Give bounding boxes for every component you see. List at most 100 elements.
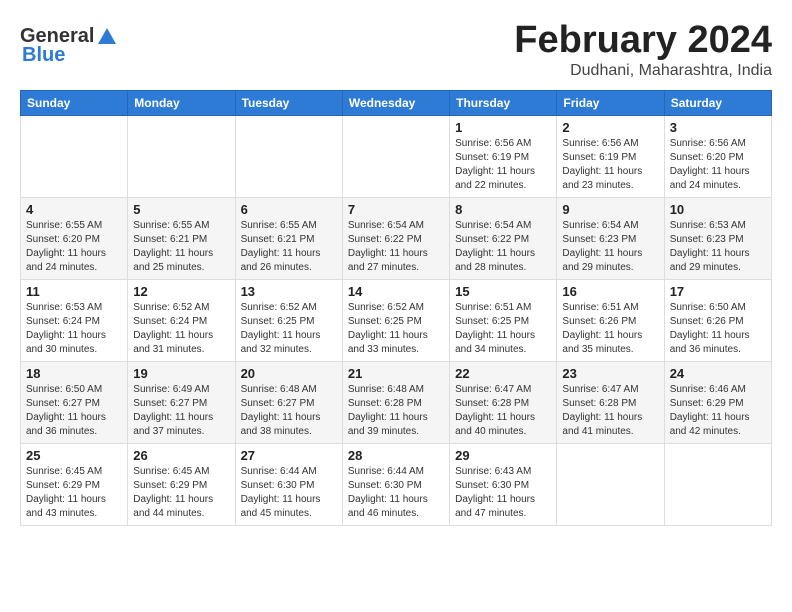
calendar-table: SundayMondayTuesdayWednesdayThursdayFrid… bbox=[20, 90, 772, 526]
day-number: 26 bbox=[133, 448, 229, 463]
calendar-cell bbox=[342, 115, 449, 197]
calendar-cell: 8Sunrise: 6:54 AM Sunset: 6:22 PM Daylig… bbox=[450, 197, 557, 279]
calendar-cell: 11 Sunrise: 6:53 AM Sunset: 6:24 PM Dayli… bbox=[21, 279, 128, 361]
calendar-cell: 7Sunrise: 6:54 AM Sunset: 6:22 PM Daylig… bbox=[342, 197, 449, 279]
column-header-friday: Friday bbox=[557, 90, 664, 115]
day-number: 10 bbox=[670, 202, 766, 217]
day-number: 13 bbox=[241, 284, 337, 299]
day-number: 2 bbox=[562, 120, 658, 135]
logo-blue: Blue bbox=[22, 44, 65, 67]
day-info: Sunrise: 6:56 AM Sunset: 6:20 PM Dayligh… bbox=[670, 137, 766, 193]
day-info: Sunrise: 6:52 AM Sunset: 6:25 PM Dayligh… bbox=[241, 301, 337, 357]
title-area: February 2024 Dudhani, Maharashtra, Indi… bbox=[514, 20, 772, 80]
day-info: Sunrise: 6:44 AM Sunset: 6:30 PM Dayligh… bbox=[241, 465, 337, 521]
day-number: 1 bbox=[455, 120, 551, 135]
calendar-cell: 26 Sunrise: 6:45 AM Sunset: 6:29 PM Dayli… bbox=[128, 443, 235, 525]
day-info: Sunrise: 6:48 AM Sunset: 6:28 PM Dayligh… bbox=[348, 383, 444, 439]
day-number: 6 bbox=[241, 202, 337, 217]
calendar-cell: 16 Sunrise: 6:51 AM Sunset: 6:26 PM Dayli… bbox=[557, 279, 664, 361]
day-info: Sunrise: 6:47 AM Sunset: 6:28 PM Dayligh… bbox=[455, 383, 551, 439]
calendar-week-4: 18 Sunrise: 6:50 AM Sunset: 6:27 PM Dayli… bbox=[21, 361, 772, 443]
calendar-cell: 15Sunrise: 6:51 AM Sunset: 6:25 PM Dayli… bbox=[450, 279, 557, 361]
calendar-cell bbox=[235, 115, 342, 197]
day-info: Sunrise: 6:43 AM Sunset: 6:30 PM Dayligh… bbox=[455, 465, 551, 521]
day-info: Sunrise: 6:55 AM Sunset: 6:21 PM Dayligh… bbox=[133, 219, 229, 275]
day-info: Sunrise: 6:46 AM Sunset: 6:29 PM Dayligh… bbox=[670, 383, 766, 439]
day-info: Sunrise: 6:52 AM Sunset: 6:24 PM Dayligh… bbox=[133, 301, 229, 357]
column-header-thursday: Thursday bbox=[450, 90, 557, 115]
column-header-wednesday: Wednesday bbox=[342, 90, 449, 115]
calendar-cell: 20 Sunrise: 6:48 AM Sunset: 6:27 PM Dayli… bbox=[235, 361, 342, 443]
calendar-week-2: 4Sunrise: 6:55 AM Sunset: 6:20 PM Daylig… bbox=[21, 197, 772, 279]
calendar-cell: 25Sunrise: 6:45 AM Sunset: 6:29 PM Dayli… bbox=[21, 443, 128, 525]
day-info: Sunrise: 6:56 AM Sunset: 6:19 PM Dayligh… bbox=[562, 137, 658, 193]
calendar-cell: 14Sunrise: 6:52 AM Sunset: 6:25 PM Dayli… bbox=[342, 279, 449, 361]
day-info: Sunrise: 6:44 AM Sunset: 6:30 PM Dayligh… bbox=[348, 465, 444, 521]
day-number: 19 bbox=[133, 366, 229, 381]
calendar-cell: 13 Sunrise: 6:52 AM Sunset: 6:25 PM Dayli… bbox=[235, 279, 342, 361]
calendar-cell: 5 Sunrise: 6:55 AM Sunset: 6:21 PM Daylig… bbox=[128, 197, 235, 279]
calendar-cell: 12 Sunrise: 6:52 AM Sunset: 6:24 PM Dayli… bbox=[128, 279, 235, 361]
day-number: 18 bbox=[26, 366, 122, 381]
calendar-cell: 22Sunrise: 6:47 AM Sunset: 6:28 PM Dayli… bbox=[450, 361, 557, 443]
calendar-cell: 2 Sunrise: 6:56 AM Sunset: 6:19 PM Daylig… bbox=[557, 115, 664, 197]
calendar-week-1: 1 Sunrise: 6:56 AM Sunset: 6:19 PM Daylig… bbox=[21, 115, 772, 197]
calendar-cell: 29 Sunrise: 6:43 AM Sunset: 6:30 PM Dayli… bbox=[450, 443, 557, 525]
day-info: Sunrise: 6:48 AM Sunset: 6:27 PM Dayligh… bbox=[241, 383, 337, 439]
day-number: 12 bbox=[133, 284, 229, 299]
day-number: 9 bbox=[562, 202, 658, 217]
day-number: 17 bbox=[670, 284, 766, 299]
calendar-cell: 10 Sunrise: 6:53 AM Sunset: 6:23 PM Dayli… bbox=[664, 197, 771, 279]
day-info: Sunrise: 6:45 AM Sunset: 6:29 PM Dayligh… bbox=[133, 465, 229, 521]
day-number: 14 bbox=[348, 284, 444, 299]
calendar-header-row: SundayMondayTuesdayWednesdayThursdayFrid… bbox=[21, 90, 772, 115]
day-info: Sunrise: 6:53 AM Sunset: 6:23 PM Dayligh… bbox=[670, 219, 766, 275]
calendar-body: 1 Sunrise: 6:56 AM Sunset: 6:19 PM Daylig… bbox=[21, 115, 772, 525]
calendar-cell: 28 Sunrise: 6:44 AM Sunset: 6:30 PM Dayli… bbox=[342, 443, 449, 525]
day-number: 5 bbox=[133, 202, 229, 217]
calendar-cell: 27Sunrise: 6:44 AM Sunset: 6:30 PM Dayli… bbox=[235, 443, 342, 525]
calendar-cell: 18 Sunrise: 6:50 AM Sunset: 6:27 PM Dayli… bbox=[21, 361, 128, 443]
column-header-sunday: Sunday bbox=[21, 90, 128, 115]
column-header-saturday: Saturday bbox=[664, 90, 771, 115]
day-number: 20 bbox=[241, 366, 337, 381]
column-header-monday: Monday bbox=[128, 90, 235, 115]
day-info: Sunrise: 6:51 AM Sunset: 6:26 PM Dayligh… bbox=[562, 301, 658, 357]
day-info: Sunrise: 6:51 AM Sunset: 6:25 PM Dayligh… bbox=[455, 301, 551, 357]
calendar-cell: 1 Sunrise: 6:56 AM Sunset: 6:19 PM Daylig… bbox=[450, 115, 557, 197]
calendar-cell: 19 Sunrise: 6:49 AM Sunset: 6:27 PM Dayli… bbox=[128, 361, 235, 443]
calendar-cell bbox=[557, 443, 664, 525]
day-number: 21 bbox=[348, 366, 444, 381]
calendar-cell bbox=[21, 115, 128, 197]
day-number: 11 bbox=[26, 284, 122, 299]
day-info: Sunrise: 6:54 AM Sunset: 6:23 PM Dayligh… bbox=[562, 219, 658, 275]
day-info: Sunrise: 6:50 AM Sunset: 6:26 PM Dayligh… bbox=[670, 301, 766, 357]
calendar-cell: 17 Sunrise: 6:50 AM Sunset: 6:26 PM Dayli… bbox=[664, 279, 771, 361]
logo-icon bbox=[96, 26, 118, 48]
calendar-cell: 21 Sunrise: 6:48 AM Sunset: 6:28 PM Dayli… bbox=[342, 361, 449, 443]
calendar-week-3: 11 Sunrise: 6:53 AM Sunset: 6:24 PM Dayli… bbox=[21, 279, 772, 361]
calendar-cell: 6 Sunrise: 6:55 AM Sunset: 6:21 PM Daylig… bbox=[235, 197, 342, 279]
day-info: Sunrise: 6:55 AM Sunset: 6:20 PM Dayligh… bbox=[26, 219, 122, 275]
location-title: Dudhani, Maharashtra, India bbox=[514, 62, 772, 80]
day-number: 28 bbox=[348, 448, 444, 463]
day-info: Sunrise: 6:55 AM Sunset: 6:21 PM Dayligh… bbox=[241, 219, 337, 275]
day-number: 16 bbox=[562, 284, 658, 299]
calendar-cell: 9 Sunrise: 6:54 AM Sunset: 6:23 PM Daylig… bbox=[557, 197, 664, 279]
calendar-cell: 4Sunrise: 6:55 AM Sunset: 6:20 PM Daylig… bbox=[21, 197, 128, 279]
day-info: Sunrise: 6:49 AM Sunset: 6:27 PM Dayligh… bbox=[133, 383, 229, 439]
header: General Blue February 2024 Dudhani, Maha… bbox=[20, 20, 772, 80]
day-number: 23 bbox=[562, 366, 658, 381]
calendar-week-5: 25 Sunrise: 6:45 AM Sunset: 6:29 PM Dayli… bbox=[21, 443, 772, 525]
day-info: Sunrise: 6:50 AM Sunset: 6:27 PM Dayligh… bbox=[26, 383, 122, 439]
day-info: Sunrise: 6:56 AM Sunset: 6:19 PM Dayligh… bbox=[455, 137, 551, 193]
day-number: 8 bbox=[455, 202, 551, 217]
day-info: Sunrise: 6:47 AM Sunset: 6:28 PM Dayligh… bbox=[562, 383, 658, 439]
day-info: Sunrise: 6:54 AM Sunset: 6:22 PM Dayligh… bbox=[348, 219, 444, 275]
calendar-cell: 3Sunrise: 6:56 AM Sunset: 6:20 PM Daylig… bbox=[664, 115, 771, 197]
day-info: Sunrise: 6:53 AM Sunset: 6:24 PM Dayligh… bbox=[26, 301, 122, 357]
day-number: 29 bbox=[455, 448, 551, 463]
calendar-cell bbox=[664, 443, 771, 525]
day-number: 25 bbox=[26, 448, 122, 463]
logo: General Blue bbox=[20, 25, 118, 67]
